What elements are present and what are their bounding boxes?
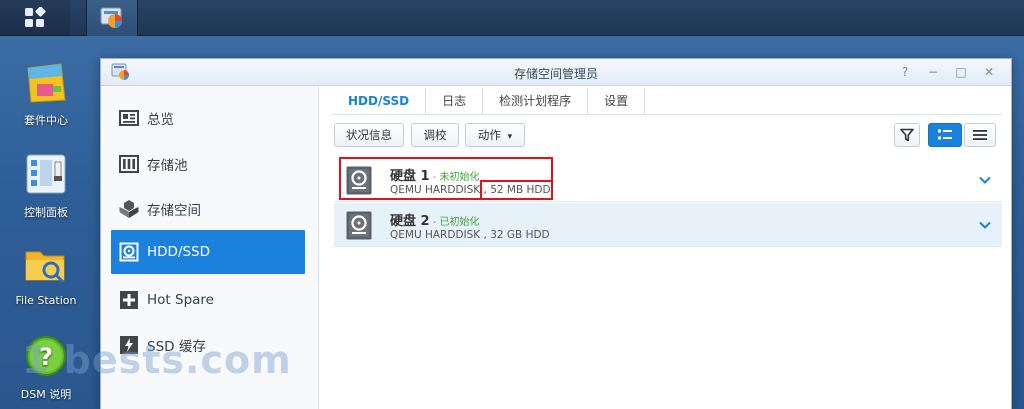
sidebar-item-label: 存储池: [147, 158, 188, 174]
storage-pool-icon: [119, 155, 139, 173]
disk-model: QEMU HARDDISK: [390, 184, 481, 196]
tab-hdd-ssd[interactable]: HDD/SSD: [332, 88, 427, 114]
disk-comma: ,: [480, 184, 491, 196]
disk-comma: ,: [480, 229, 491, 241]
close-button[interactable]: ✕: [981, 64, 997, 80]
sidebar-item-label: 总览: [147, 112, 174, 128]
disk-status: 未初始化: [439, 172, 480, 183]
maximize-button[interactable]: □: [953, 64, 969, 80]
disk-name: 硬盘 1: [390, 169, 430, 184]
desktop-icon-label: DSM 说明: [20, 388, 72, 401]
svg-text:?: ?: [39, 343, 53, 371]
desktop-icon-file-station[interactable]: File Station: [0, 242, 92, 307]
taskbar: [0, 0, 1024, 36]
disk-size: 52 MB HDD: [490, 184, 551, 196]
detail-list-icon: [938, 129, 952, 140]
desktop-icon-dsm-help[interactable]: ? DSM 说明: [0, 334, 92, 402]
sidebar-item-label: HDD/SSD: [147, 244, 211, 260]
main-content: HDD/SSD 日志 检测计划程序 设置 状况信息 调校 动作 ▾ 硬盘 1 -…: [320, 86, 1011, 409]
tab-test-scheduler[interactable]: 检测计划程序: [483, 88, 589, 114]
disk-row-2[interactable]: 硬盘 2 - 已初始化 QEMU HARDDISK , 32 GB HDD: [334, 203, 1002, 247]
folder-icon: [23, 242, 69, 288]
minimize-button[interactable]: −: [925, 64, 941, 80]
tab-bar: HDD/SSD 日志 检测计划程序 设置: [332, 86, 1001, 114]
sidebar-item-hdd-ssd[interactable]: HDD/SSD: [111, 230, 305, 274]
window-title: 存储空间管理员: [513, 67, 598, 81]
disk-name: 硬盘 2: [390, 214, 430, 229]
package-center-icon: [23, 60, 69, 106]
disk-title: 硬盘 2 - 已初始化: [390, 210, 480, 229]
tab-log[interactable]: 日志: [426, 88, 484, 114]
disk-separator: -: [429, 172, 440, 183]
status-info-button[interactable]: 状况信息: [334, 123, 404, 147]
action-label: 动作: [477, 128, 501, 142]
window-title-bar[interactable]: 存储空间管理员 ? − □ ✕: [101, 59, 1011, 86]
chevron-down-icon: ▾: [507, 132, 513, 142]
sidebar-item-volume[interactable]: 存储空间: [111, 187, 305, 231]
simple-list-view-button[interactable]: [964, 123, 996, 147]
action-dropdown-button[interactable]: 动作 ▾: [465, 123, 525, 147]
disk-separator: -: [429, 217, 440, 228]
tab-settings[interactable]: 设置: [588, 88, 646, 114]
help-button[interactable]: ?: [897, 64, 913, 80]
desktop-icon-label: File Station: [15, 294, 77, 307]
storage-manager-window: 存储空间管理员 ? − □ ✕ 总览 存储池 存储空间 HDD/SSD Hot …: [100, 58, 1012, 409]
sidebar-item-label: Hot Spare: [147, 292, 214, 308]
hdd-icon: [346, 166, 372, 195]
hot-spare-icon: [120, 291, 138, 309]
chevron-down-icon[interactable]: [978, 173, 992, 187]
disk-description: QEMU HARDDISK , 52 MB HDD: [390, 184, 551, 196]
volume-icon: [119, 200, 139, 218]
toolbar: 状况信息 调校 动作 ▾: [334, 123, 1001, 147]
sidebar-item-hot-spare[interactable]: Hot Spare: [111, 278, 305, 322]
disk-size: 32 GB HDD: [490, 229, 550, 241]
disk-model: QEMU HARDDISK: [390, 229, 481, 241]
sidebar-item-ssd-cache[interactable]: SSD 缓存: [111, 323, 305, 367]
sidebar-item-storage-pool[interactable]: 存储池: [111, 142, 305, 186]
detail-list-view-button[interactable]: [928, 123, 962, 147]
disk-description: QEMU HARDDISK , 32 GB HDD: [390, 229, 550, 241]
control-panel-icon: [23, 152, 69, 198]
disk-row-1[interactable]: 硬盘 1 - 未初始化 QEMU HARDDISK , 52 MB HDD: [334, 158, 1002, 202]
filter-button[interactable]: [894, 123, 920, 147]
desktop-icon-package-center[interactable]: 套件中心: [0, 60, 92, 128]
tab-divider: [332, 114, 1002, 115]
ssd-cache-icon: [120, 336, 138, 354]
taskbar-storage-manager-button[interactable]: [86, 0, 138, 36]
disk-status: 已初始化: [439, 217, 480, 228]
disk-title: 硬盘 1 - 未初始化: [390, 165, 480, 184]
sidebar-item-overview[interactable]: 总览: [111, 96, 305, 140]
main-menu-button[interactable]: [0, 0, 70, 36]
list-icon: [973, 130, 987, 140]
main-menu-icon: [25, 7, 46, 27]
desktop-icon-control-panel[interactable]: 控制面板: [0, 152, 92, 220]
desktop-icon-label: 套件中心: [24, 114, 68, 127]
sidebar-item-label: 存储空间: [147, 203, 201, 219]
hdd-icon: [119, 242, 139, 262]
hdd-icon: [346, 211, 372, 240]
sidebar-item-label: SSD 缓存: [147, 339, 206, 355]
overview-icon: [119, 110, 139, 126]
help-icon: ?: [23, 334, 69, 380]
desktop-icon-label: 控制面板: [24, 206, 68, 219]
chevron-down-icon[interactable]: [978, 218, 992, 232]
filter-icon: [900, 128, 914, 142]
storage-manager-icon: [100, 7, 122, 28]
calibrate-button[interactable]: 调校: [411, 123, 459, 147]
sidebar: 总览 存储池 存储空间 HDD/SSD Hot Spare SSD 缓存: [101, 86, 319, 409]
